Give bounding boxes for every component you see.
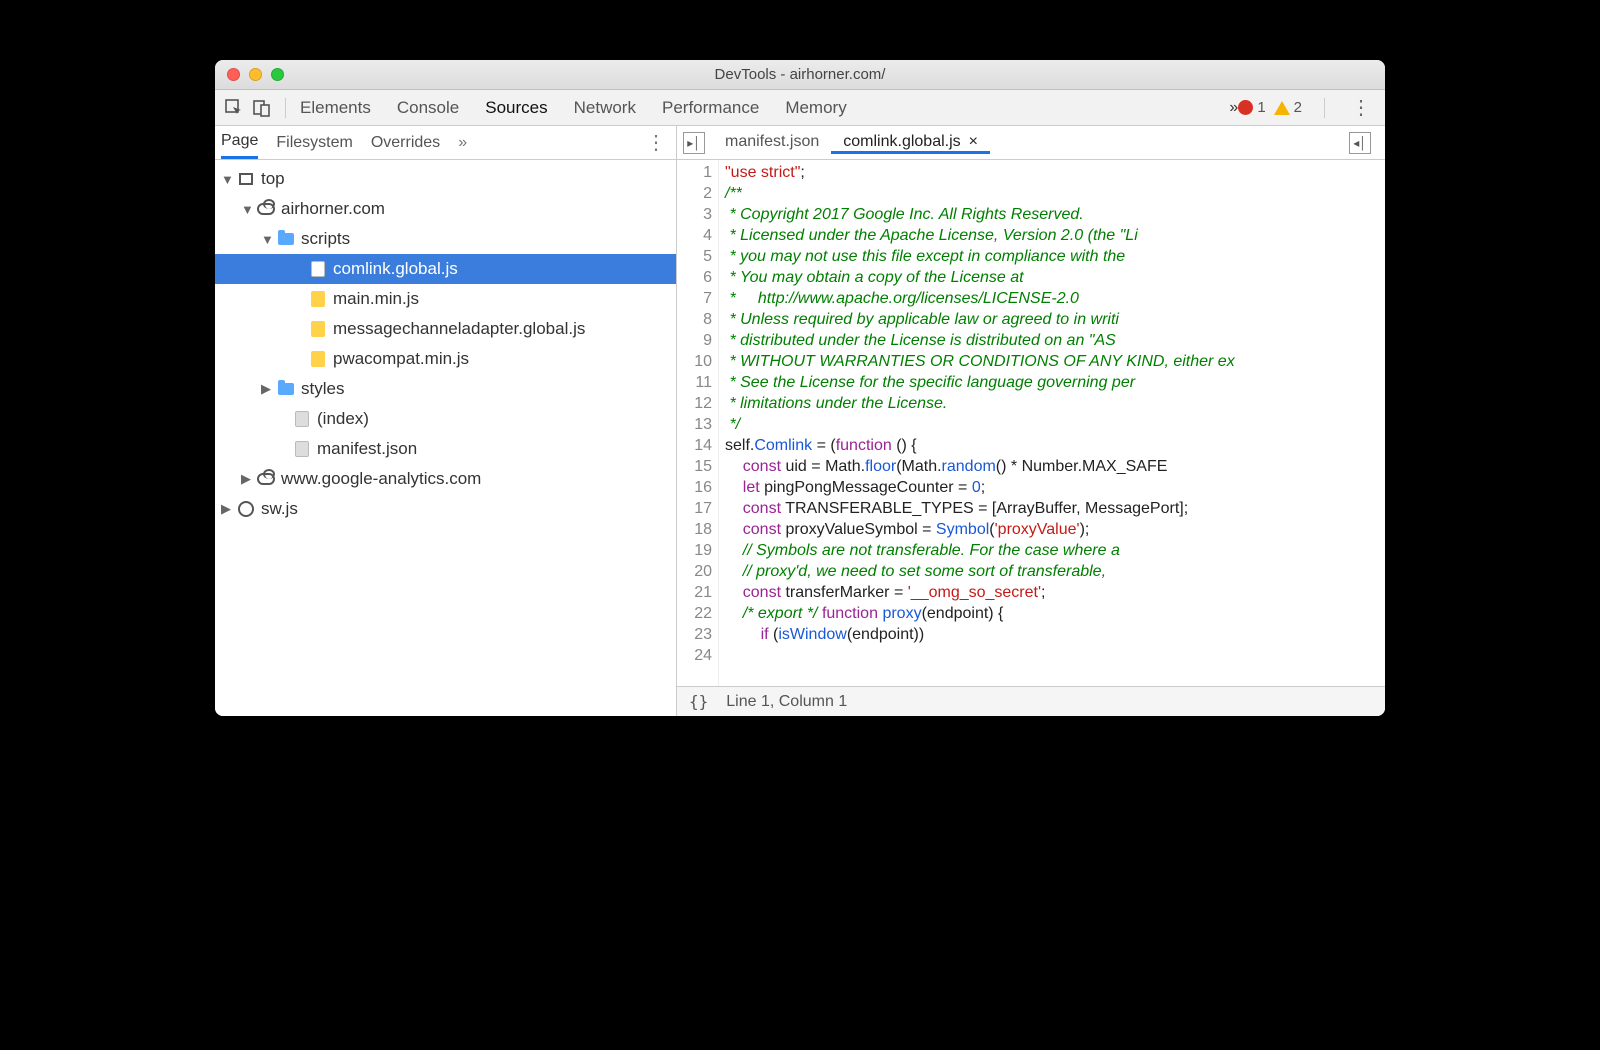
cloud-icon	[257, 200, 275, 218]
line-gutter[interactable]: 123456789101112131415161718192021222324	[677, 160, 719, 686]
js-file-icon	[309, 290, 327, 308]
cursor-position: Line 1, Column 1	[726, 693, 847, 711]
panel-tabs: Elements Console Sources Network Performance…	[300, 98, 1229, 118]
window-title: DevTools - airhorner.com/	[215, 66, 1385, 83]
folder-icon	[277, 230, 295, 248]
navigator-menu-icon[interactable]: ⋮	[642, 130, 670, 155]
gear-icon	[237, 500, 255, 518]
editor-tabs: ▸│ manifest.jsoncomlink.global.js × ◂│	[677, 126, 1385, 160]
warning-icon	[1274, 101, 1290, 115]
settings-menu-icon[interactable]: ⋮	[1347, 95, 1375, 120]
editor-pane: ▸│ manifest.jsoncomlink.global.js × ◂│ 1…	[677, 126, 1385, 716]
tree-file[interactable]: pwacompat.min.js	[215, 344, 676, 374]
tree-top[interactable]: ▼top	[215, 164, 676, 194]
file-icon	[293, 410, 311, 428]
editor-tab[interactable]: manifest.json	[713, 133, 831, 151]
tree-file-index[interactable]: (index)	[215, 404, 676, 434]
tree-file[interactable]: comlink.global.js	[215, 254, 676, 284]
panel-tab-console[interactable]: Console	[397, 98, 459, 118]
status-bar: {} Line 1, Column 1	[677, 686, 1385, 716]
code-editor[interactable]: 123456789101112131415161718192021222324 …	[677, 160, 1385, 686]
devtools-window: DevTools - airhorner.com/ Elements Consol…	[215, 60, 1385, 716]
js-file-icon	[309, 260, 327, 278]
titlebar[interactable]: DevTools - airhorner.com/	[215, 60, 1385, 90]
error-count[interactable]: 1	[1238, 99, 1265, 116]
navigator-tab-page[interactable]: Page	[221, 126, 258, 159]
js-file-icon	[309, 320, 327, 338]
tree-file-manifest[interactable]: manifest.json	[215, 434, 676, 464]
tree-sw[interactable]: ▶sw.js	[215, 494, 676, 524]
file-icon	[293, 440, 311, 458]
warning-count[interactable]: 2	[1274, 99, 1302, 116]
tree-file[interactable]: messagechanneladapter.global.js	[215, 314, 676, 344]
js-file-icon	[309, 350, 327, 368]
file-tree[interactable]: ▼top ▼airhorner.com ▼scripts comlink.glo…	[215, 160, 676, 716]
navigator-tab-overrides[interactable]: Overrides	[371, 126, 440, 159]
tree-folder-scripts[interactable]: ▼scripts	[215, 224, 676, 254]
inspect-element-icon[interactable]	[225, 99, 243, 117]
panel-tab-sources[interactable]: Sources	[485, 98, 547, 118]
device-toolbar-icon[interactable]	[253, 99, 271, 117]
toggle-debugger-icon[interactable]: ◂│	[1349, 132, 1371, 154]
panel-tab-performance[interactable]: Performance	[662, 98, 759, 118]
navigator-tab-filesystem[interactable]: Filesystem	[276, 126, 352, 159]
tree-folder-styles[interactable]: ▶styles	[215, 374, 676, 404]
navigator-overflow-icon[interactable]: »	[458, 134, 467, 152]
frame-icon	[237, 170, 255, 188]
toggle-navigator-icon[interactable]: ▸│	[683, 132, 705, 154]
close-tab-icon[interactable]: ×	[969, 133, 978, 151]
cloud-icon	[257, 470, 275, 488]
panel-tab-elements[interactable]: Elements	[300, 98, 371, 118]
pretty-print-icon[interactable]: {}	[689, 692, 708, 711]
panel-overflow-icon[interactable]: »	[1229, 99, 1238, 117]
tree-file[interactable]: main.min.js	[215, 284, 676, 314]
error-icon	[1238, 100, 1253, 115]
panel-tab-memory[interactable]: Memory	[785, 98, 846, 118]
navigator-pane: Page Filesystem Overrides » ⋮ ▼top ▼airhor…	[215, 126, 677, 716]
main-toolbar: Elements Console Sources Network Performance…	[215, 90, 1385, 126]
tree-domain-ga[interactable]: ▶www.google-analytics.com	[215, 464, 676, 494]
editor-tab[interactable]: comlink.global.js ×	[831, 133, 990, 154]
navigator-tabs: Page Filesystem Overrides » ⋮	[215, 126, 676, 160]
code-area[interactable]: "use strict";/** * Copyright 2017 Google…	[719, 160, 1385, 686]
folder-icon	[277, 380, 295, 398]
panel-tab-network[interactable]: Network	[574, 98, 636, 118]
tree-domain[interactable]: ▼airhorner.com	[215, 194, 676, 224]
